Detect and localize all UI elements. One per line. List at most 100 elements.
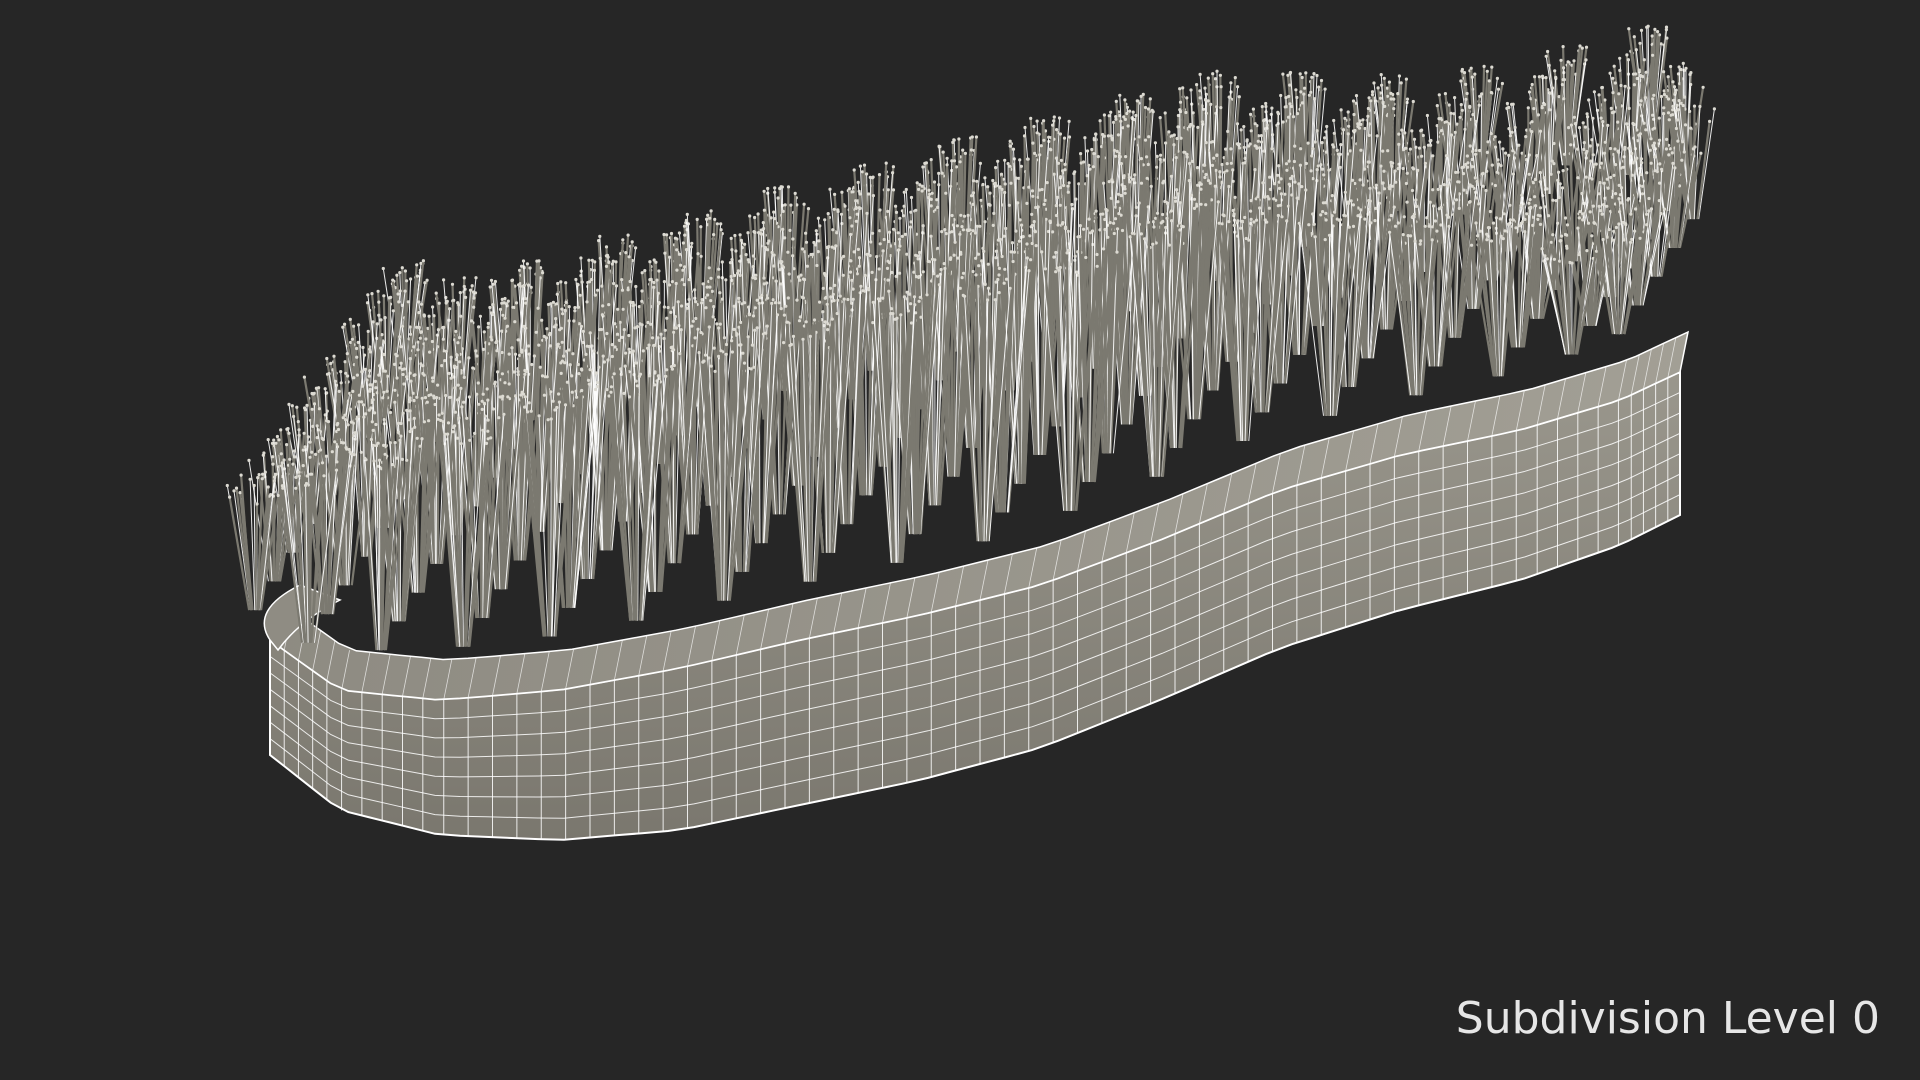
bristle-tip [955,224,960,228]
bristle-tip [1299,90,1303,94]
bristle-tip [673,236,678,240]
bristle-tip [681,268,685,272]
bristle-tip [1032,124,1036,129]
bristle-tip [1185,155,1189,159]
bristle-tip [809,252,813,257]
bristle-tip [1067,135,1072,139]
bristle-tip [1562,97,1566,101]
bristle-tip [567,348,571,352]
bristle-tip [387,296,391,300]
bristle-tip [708,216,712,220]
bristle-tip [1399,81,1403,85]
bristle-tip [1671,98,1676,102]
bristle-tip [337,389,341,393]
bristle-tip [871,194,876,198]
bristle-tip [448,307,452,311]
bristle-tip [654,260,658,264]
bristle-tip [732,273,737,278]
bristle-tip [1602,151,1607,155]
bristle-tip [529,285,533,289]
bristle-tip [1510,102,1514,106]
bristle-tip [713,217,717,221]
bristle-tip [1213,184,1217,188]
bristle-tip [1018,158,1022,162]
bristle-tip [513,352,518,356]
bristle-tip [377,300,381,304]
bristle-tip [573,306,577,310]
bristle-tip [573,309,577,313]
bristle-tip [332,354,336,358]
bristle-tip [1458,115,1462,119]
bristle-tip [1495,170,1499,174]
bristle-tip [707,325,711,329]
bristle-tip [572,319,576,323]
bristle-tip [1027,185,1031,189]
bristle-tip [578,293,582,297]
bristle-tip [1631,72,1636,76]
bristle-tip [902,204,906,208]
bristle-tip [1149,184,1153,188]
bristle-tip [1586,115,1590,119]
bristle-tip [606,255,610,259]
bristle-tip [753,276,758,281]
bristle-tip [1493,145,1497,149]
bristle-tip [285,443,289,447]
bristle-tip [1410,188,1415,193]
bristle-tip [1643,96,1647,100]
bristle-tip [959,213,963,217]
bristle-tip [1544,54,1548,58]
bristle-tip [1206,76,1210,80]
bristle-tip [1322,173,1326,177]
bristle-tip [793,191,797,195]
bristle-tip [348,407,352,411]
bristle-tip [266,438,270,442]
bristle-tip [867,192,871,196]
bristle-tip [1311,147,1315,151]
bristle-tip [1272,182,1277,186]
bristle-tip [357,414,361,419]
bristle-tip [943,228,947,232]
bristle-tip [1082,160,1086,164]
bristle-tip [1405,171,1409,175]
bristle-tip [773,190,777,194]
bristle-tip [1243,161,1247,165]
bristle-tip [1236,85,1240,89]
bristle-tip [1569,123,1573,127]
bristle-tip [886,188,890,192]
bristle-tip [1670,151,1674,155]
bristle-tip [1485,69,1489,73]
bristle-tip [1530,82,1534,87]
bristle-tip [1106,134,1110,138]
bristle-tip [1062,183,1066,188]
bristle-tip [471,366,475,370]
bristle-tip [1204,141,1208,145]
bristle-tip [363,367,367,371]
bristle-tip [272,438,276,442]
bristle-tip [1562,152,1567,156]
bristle-tip [663,328,667,332]
bristle-tip [1637,68,1641,72]
bristle-tip [376,289,380,293]
bristle-tip [738,273,742,277]
bristle-tip [436,328,440,332]
bristle-tip [920,189,924,193]
bristle-tip [743,242,747,246]
bristle-tip [415,274,420,278]
bristle-tip [303,408,307,412]
bristle-tip [1664,147,1668,151]
bristle-tip [828,187,832,191]
bristle-tip [710,289,714,293]
bristle-tip [720,297,724,301]
bristle-tip [1188,161,1192,166]
bristle-tip [1288,83,1292,87]
bristle-tip [628,300,632,304]
bristle-tip [1190,159,1194,163]
bristle-tip [684,248,689,252]
bristle-tip [1688,72,1692,77]
bristle-tip [1468,144,1472,148]
bristle-tip [1396,167,1400,171]
bristle-tip [398,335,402,339]
bristle-tip [516,370,520,374]
bristle-tip [403,289,407,293]
bristle-tip [1576,147,1580,151]
